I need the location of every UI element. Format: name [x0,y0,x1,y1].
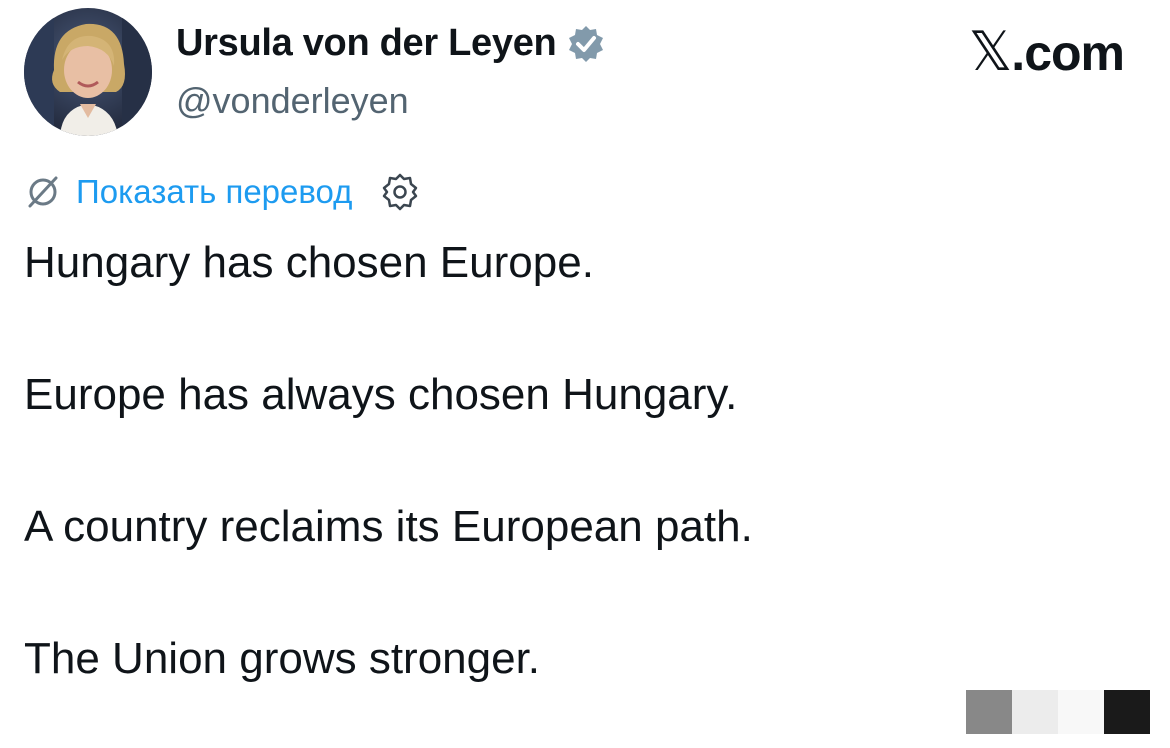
tweet-text-line: Hungary has chosen Europe. [24,238,594,287]
avatar-image [24,8,152,136]
author-display-name[interactable]: Ursula von der Leyen [176,22,557,65]
author-handle[interactable]: @vonderleyen [176,80,409,122]
brand-suffix: .com [1011,25,1125,81]
translate-icon [24,173,62,211]
tweet-text-line: Europe has always chosen Hungary. [24,370,738,419]
decorative-square [1104,690,1150,734]
brand-watermark: 𝕏 .com [968,20,1125,83]
avatar[interactable] [24,8,152,136]
x-logo-icon: 𝕏 [968,20,1013,83]
show-translation-link[interactable]: Показать перевод [76,173,352,211]
decorative-square [1058,690,1104,734]
translate-row: Показать перевод [24,172,420,212]
gear-icon[interactable] [380,172,420,212]
decorative-square [966,690,1012,734]
tweet-text-line: The Union grows stronger. [24,634,541,683]
author-name-row[interactable]: Ursula von der Leyen [176,22,606,65]
tweet-text-line: A country reclaims its European path. [24,502,753,551]
decorative-square [1012,690,1058,734]
verified-badge-icon[interactable] [566,24,606,64]
